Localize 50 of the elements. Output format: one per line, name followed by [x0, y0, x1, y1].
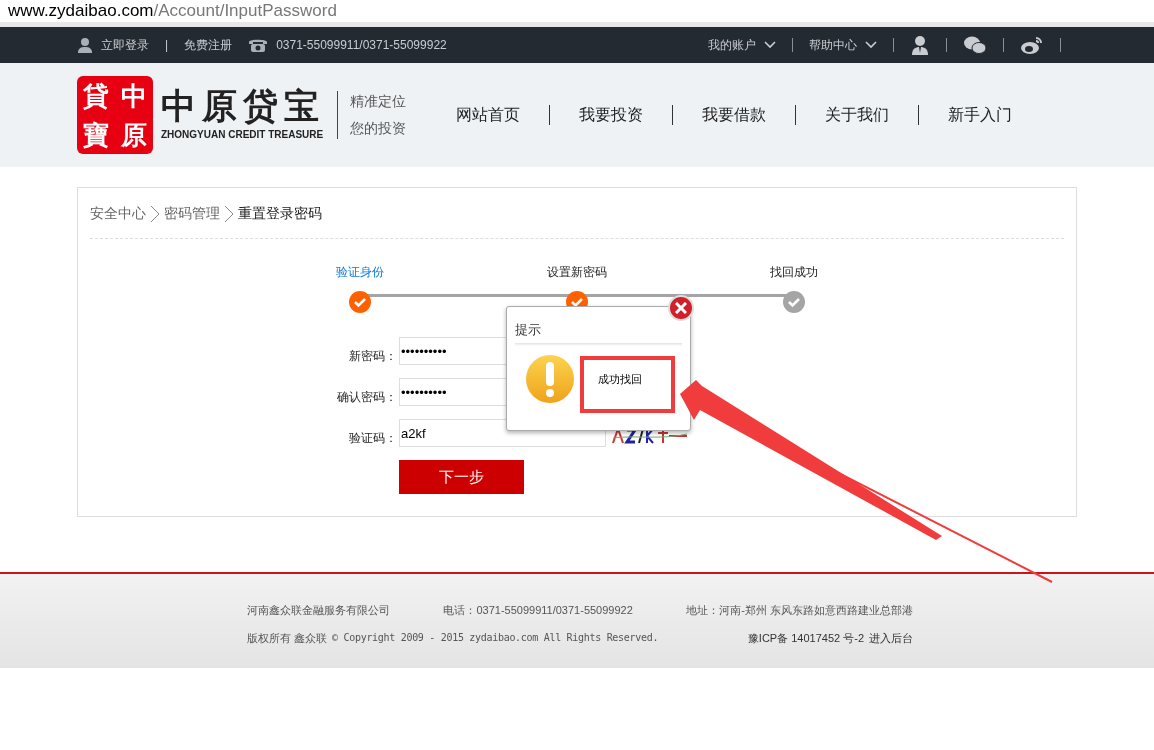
field-label: 确认密码：: [336, 389, 397, 406]
seal-character: 寶: [83, 121, 109, 148]
chat-bubbles-icon[interactable]: [963, 35, 987, 55]
chevron-right-icon: [223, 204, 235, 223]
separator-text: |: [165, 37, 169, 54]
nav-link[interactable]: 网站首页: [456, 103, 520, 127]
phone-number: 0371-55099911/0371-55099922: [276, 37, 447, 54]
user-icon: [77, 37, 93, 53]
breadcrumb-link[interactable]: 密码管理: [164, 203, 220, 224]
warning-icon: [525, 354, 575, 404]
seal-character: 貸: [83, 82, 109, 109]
step-label: 设置新密码: [547, 264, 607, 281]
close-icon: [675, 302, 687, 314]
telephone-icon: [248, 37, 269, 53]
footer-text: 电话：0371-55099911/0371-55099922: [443, 603, 633, 618]
seal-character: 原: [121, 121, 147, 148]
slogan-text: 精准定位: [350, 92, 406, 111]
nav-link[interactable]: 新手入门: [948, 103, 1012, 127]
field-label: 新密码：: [348, 348, 397, 365]
nav-link[interactable]: 关于我们: [825, 103, 889, 127]
dropdown-menu[interactable]: 我的账户: [708, 36, 776, 54]
nav-link[interactable]: 我要投资: [579, 103, 643, 127]
step-label: 找回成功: [769, 264, 818, 281]
breadcrumb-link[interactable]: 安全中心: [90, 203, 146, 224]
footer-text: 豫ICP备 14017452 号-2: [747, 630, 864, 646]
url-text: www.zydaibao.com/Account/InputPassword: [8, 0, 337, 23]
logo-title: 中原贷宝: [161, 88, 325, 123]
dropdown-menu[interactable]: 帮助中心: [809, 36, 877, 54]
next-step-button[interactable]: 下一步: [399, 460, 524, 494]
register-link[interactable]: 免费注册: [184, 36, 233, 54]
nav-link[interactable]: 我要借款: [702, 103, 766, 127]
seal-character: 中: [121, 82, 147, 109]
footer-text: 版权所有 鑫众联: [247, 630, 328, 646]
chevron-right-icon: [149, 204, 161, 223]
service-person-icon[interactable]: [910, 35, 930, 55]
chevron-down-icon: [865, 41, 877, 49]
chevron-down-icon: [764, 41, 776, 49]
breadcrumb-link[interactable]: 重置登录密码: [238, 203, 322, 224]
logo-subtitle: ZHONGYUAN CREDIT TREASURE: [161, 128, 325, 142]
footer-text: © Copyright 2009 - 2015 zydaibao.com All Rights Reserved.: [332, 631, 659, 646]
step-label: 验证身份: [336, 264, 385, 281]
slogan-text: 您的投资: [350, 119, 406, 138]
admin-link[interactable]: 进入后台: [869, 629, 913, 646]
field-label: 验证码：: [348, 430, 397, 447]
weibo-icon[interactable]: [1020, 35, 1044, 55]
footer-text: 河南鑫众联金融服务有限公司: [247, 603, 390, 618]
login-link[interactable]: 立即登录: [101, 36, 149, 54]
close-button[interactable]: [668, 295, 694, 321]
footer-text: 地址：河南-郑州 东风东路如意西路建业总部港: [686, 603, 913, 618]
dialog-title: 提示: [515, 322, 541, 337]
